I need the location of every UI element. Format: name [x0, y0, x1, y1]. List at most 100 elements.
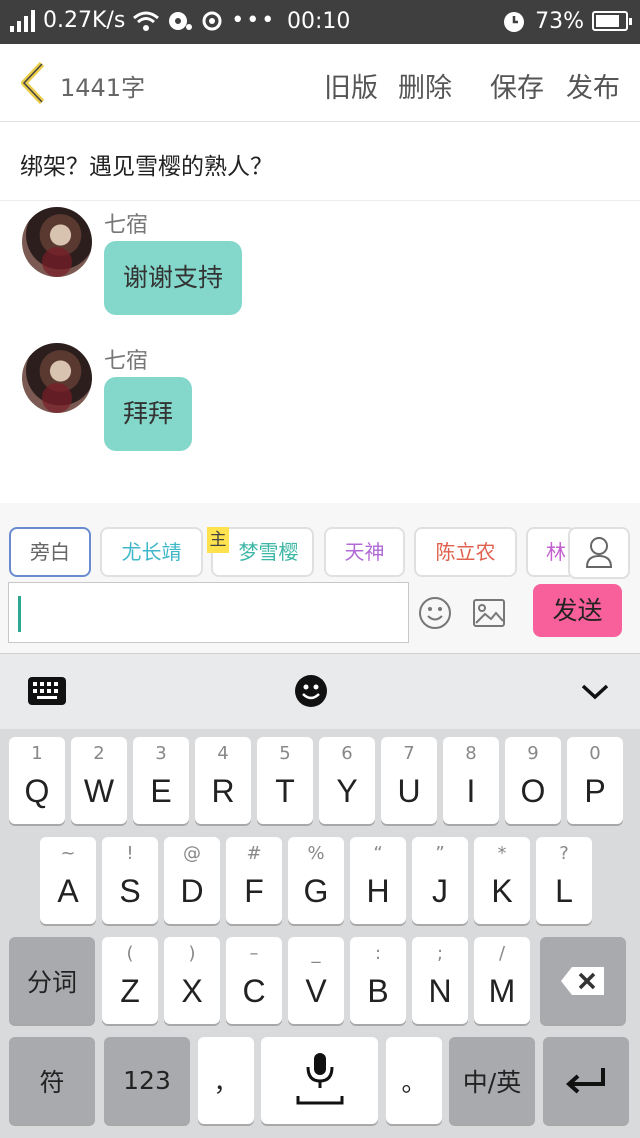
key-c[interactable]: – C: [226, 937, 282, 1024]
character-label: 林: [546, 540, 566, 564]
key-n[interactable]: ; N: [412, 937, 468, 1024]
alarm-icon: [504, 12, 525, 32]
space-key[interactable]: [261, 1037, 378, 1124]
key-b[interactable]: :B: [350, 937, 406, 1024]
key-sub-label: 0: [589, 743, 601, 764]
add-character-button[interactable]: [568, 527, 630, 579]
key-label: G: [303, 873, 329, 909]
message-bubble[interactable]: 拜拜: [104, 377, 193, 451]
keyboard: 1Q 2W 3E 4R 5T 6Y 7U 8I 9O 0P ~ A ! S @ D #…: [0, 729, 640, 1138]
comma-key[interactable]: ，: [198, 1037, 254, 1124]
character-label: 天神: [344, 540, 385, 564]
old-version-button[interactable]: 旧版: [324, 66, 378, 105]
key-h[interactable]: “H: [350, 837, 406, 924]
delete-button[interactable]: 删除: [398, 66, 452, 105]
period-key[interactable]: 。: [386, 1037, 442, 1124]
key-sub-label: –: [249, 943, 259, 964]
key-label: 123: [123, 1066, 171, 1095]
key-z[interactable]: (Z: [102, 937, 158, 1024]
character-chip[interactable]: 天神: [324, 527, 405, 577]
key-x[interactable]: ) X: [164, 937, 220, 1024]
key-l[interactable]: ? L: [536, 837, 592, 924]
key-label: M: [488, 973, 516, 1009]
key-sub-label: 5: [279, 743, 291, 764]
key-f[interactable]: # F: [226, 837, 282, 924]
key-g[interactable]: % G: [288, 837, 344, 924]
key-p[interactable]: 0P: [567, 737, 623, 824]
key-q[interactable]: 1Q: [9, 737, 65, 824]
emoji-icon[interactable]: [418, 596, 452, 630]
key-v[interactable]: _ V: [288, 937, 344, 1024]
key-o[interactable]: 9O: [505, 737, 561, 824]
key-sub-label: @: [183, 843, 201, 864]
key-label: K: [491, 873, 513, 909]
key-t[interactable]: 5T: [257, 737, 313, 824]
keyboard-icon[interactable]: [27, 676, 67, 706]
main-character-badge: 主: [207, 527, 229, 553]
avatar: [22, 207, 92, 277]
publish-button[interactable]: 发布: [566, 66, 620, 105]
key-label: V: [305, 973, 327, 1009]
key-e[interactable]: 3E: [133, 737, 189, 824]
key-sub-label: 7: [403, 743, 415, 764]
collapse-keyboard-icon[interactable]: [580, 682, 610, 702]
key-u[interactable]: 7U: [381, 737, 437, 824]
key-sub-label: *: [497, 843, 507, 864]
image-icon[interactable]: [472, 598, 506, 628]
numbers-key[interactable]: 123: [104, 1037, 190, 1124]
language-switch-key[interactable]: 中/英: [449, 1037, 535, 1124]
backspace-key[interactable]: [540, 937, 626, 1024]
return-icon: [565, 1068, 605, 1094]
key-label: Y: [336, 773, 358, 809]
message-input[interactable]: [8, 582, 409, 643]
word-count: 1441字: [60, 74, 146, 102]
key-label: I: [466, 773, 476, 809]
character-chip[interactable]: 陈立农: [414, 527, 517, 577]
key-y[interactable]: 6Y: [319, 737, 375, 824]
location-icon: [202, 11, 222, 30]
key-j[interactable]: ” J: [412, 837, 468, 924]
message-bubble[interactable]: 谢谢支持: [104, 241, 243, 315]
editor-header: 1441字 旧版 删除 保存 发布: [0, 44, 640, 122]
story-title[interactable]: 绑架？遇见雪樱的熟人？: [20, 147, 273, 181]
key-k[interactable]: * K: [474, 837, 530, 924]
key-i[interactable]: 8I: [443, 737, 499, 824]
send-button[interactable]: 发送: [533, 584, 622, 637]
key-label: 符: [39, 1067, 65, 1097]
key-sub-label: ~: [60, 843, 76, 864]
key-sub-label: _: [311, 943, 321, 964]
signal-icon: [10, 9, 35, 32]
key-s[interactable]: ! S: [102, 837, 158, 924]
sender-name: 七宿: [104, 349, 149, 374]
key-r[interactable]: 4R: [195, 737, 251, 824]
emoji-keyboard-icon[interactable]: [294, 674, 328, 708]
key-sub-label: :: [374, 943, 382, 964]
sender-name: 七宿: [104, 213, 149, 238]
segment-key[interactable]: 分词: [9, 937, 95, 1024]
save-button[interactable]: 保存: [490, 66, 544, 105]
key-label: O: [520, 773, 546, 809]
microphone-icon: [296, 1053, 344, 1105]
avatar: [22, 343, 92, 413]
key-sub-label: “: [373, 843, 383, 864]
key-m[interactable]: / M: [474, 937, 530, 1024]
wifi-icon: [133, 11, 160, 31]
key-sub-label: /: [498, 943, 506, 964]
key-a[interactable]: ~ A: [40, 837, 96, 924]
key-label: X: [181, 973, 203, 1009]
key-w[interactable]: 2W: [71, 737, 127, 824]
character-chip-narrator[interactable]: 旁白: [9, 527, 91, 577]
key-d[interactable]: @ D: [164, 837, 220, 924]
key-sub-label: %: [307, 843, 325, 864]
divider: [0, 200, 640, 201]
key-sub-label: 1: [31, 743, 43, 764]
key-sub-label: (: [126, 943, 134, 964]
key-label: 分词: [26, 967, 77, 997]
key-label: F: [244, 873, 264, 909]
character-chip[interactable]: 尤长靖: [100, 527, 203, 577]
back-chevron-icon[interactable]: [16, 60, 50, 106]
key-label: Q: [24, 773, 50, 809]
symbols-key[interactable]: 符: [9, 1037, 95, 1124]
enter-key[interactable]: [543, 1037, 629, 1124]
backspace-icon: [561, 967, 604, 995]
